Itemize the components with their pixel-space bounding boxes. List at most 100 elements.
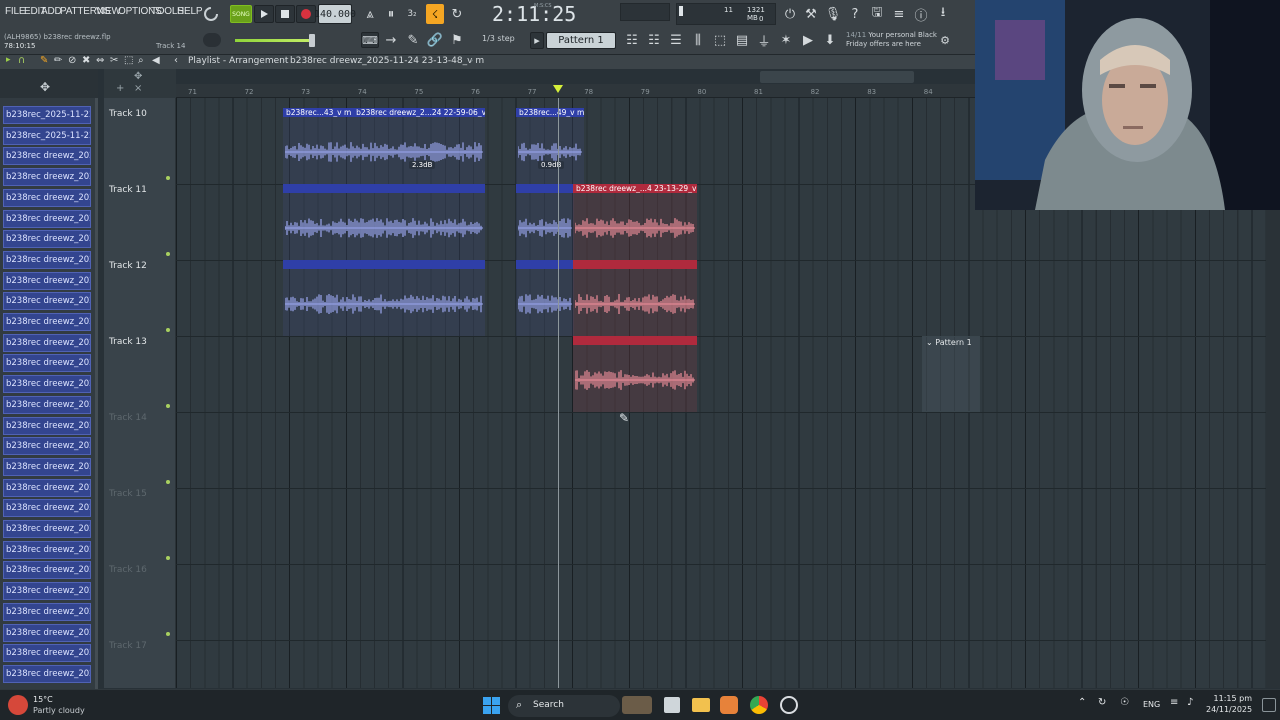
browser-file-item[interactable]: b238rec dreewz_2025-11... <box>3 520 91 538</box>
slice-tool-icon[interactable]: ✂ <box>110 55 118 66</box>
blend-notes-icon[interactable]: ☇ <box>426 4 444 24</box>
obs-icon[interactable] <box>780 696 798 714</box>
mic-tray-icon[interactable]: ☉ <box>1120 697 1129 708</box>
chrome-icon[interactable] <box>750 696 768 714</box>
browser-file-item[interactable]: b238rec dreewz_2025-11... <box>3 168 91 187</box>
clip-header[interactable] <box>516 260 574 269</box>
paint-tool-icon[interactable]: ✏ <box>54 55 62 66</box>
menu-file[interactable]: FILE <box>5 6 26 17</box>
tray-chevron-icon[interactable]: ⌃ <box>1078 697 1086 708</box>
plug-icon[interactable]: ⏚ <box>755 32 773 50</box>
browser-file-item[interactable]: b238rec dreewz_2025-11... <box>3 209 91 228</box>
clip-header[interactable] <box>573 336 697 345</box>
browser-file-item[interactable]: b238rec dreewz_2025-11... <box>3 333 91 352</box>
metronome-icon[interactable]: ⩓ <box>361 5 379 23</box>
microphone-icon[interactable]: 🎙 <box>824 5 842 23</box>
playback-tool-icon[interactable]: ◀ <box>152 55 160 66</box>
pencil-icon[interactable]: ✎ <box>404 32 422 48</box>
search-highlight-icon[interactable] <box>622 696 652 714</box>
track-status-led[interactable] <box>166 176 170 180</box>
audio-clip[interactable] <box>516 260 574 336</box>
mixer-view-icon[interactable]: ⫼ <box>689 32 707 48</box>
weather-text[interactable]: Partly cloudy <box>33 706 85 715</box>
menu-arrow-icon[interactable]: ▸ <box>6 55 11 65</box>
track-name[interactable]: Track 17 <box>109 641 147 651</box>
browser-file-item[interactable]: b238rec dreewz_2025-11... <box>3 313 91 331</box>
clip-header[interactable]: b238rec...49_v m <box>516 108 584 117</box>
playhead-marker[interactable] <box>553 85 563 93</box>
mixer-icon[interactable]: ≡ <box>890 5 908 23</box>
track-name[interactable]: Track 16 <box>109 565 147 575</box>
track-status-led[interactable] <box>166 480 170 484</box>
play-button[interactable] <box>254 5 274 23</box>
back-arrow-icon[interactable]: ‹ <box>174 55 178 66</box>
track-status-led[interactable] <box>166 404 170 408</box>
pattern-selector[interactable]: Pattern 1 <box>546 32 616 49</box>
typing-keyboard-icon[interactable]: ⌨ <box>361 32 379 48</box>
menu-add[interactable]: ADD <box>41 6 62 17</box>
weather-icon[interactable] <box>8 695 28 715</box>
volume-handle[interactable] <box>309 34 315 47</box>
power-icon[interactable]: ⏻ <box>781 5 799 23</box>
audio-clip[interactable] <box>573 336 697 412</box>
tools-icon[interactable]: ⚒ <box>802 5 820 23</box>
browser-file-item[interactable]: b238rec dreewz_2025-11... <box>3 416 91 435</box>
help-icon[interactable]: ? <box>846 5 864 23</box>
browser-file-item[interactable]: b238rec dreewz_2025-11... <box>3 602 91 621</box>
stamp-icon[interactable]: ⚑ <box>448 32 466 48</box>
draw-tool-icon[interactable]: ✎ <box>40 55 48 66</box>
track-status-led[interactable] <box>166 252 170 256</box>
windows-start-icon[interactable] <box>483 697 501 715</box>
search-box[interactable]: ⌕ Search <box>508 695 620 717</box>
browser-file-item[interactable]: b238rec_2025-11-22 06-... <box>3 126 91 145</box>
channel-rack-icon[interactable]: ☷ <box>645 32 663 48</box>
wait-input-icon[interactable]: ⏸ <box>382 5 400 23</box>
download-arrow-icon[interactable]: ⬇ <box>821 32 839 48</box>
browser-file-item[interactable]: b238rec dreewz_2025-11... <box>3 354 91 373</box>
file-explorer-icon[interactable] <box>692 698 710 712</box>
download-icon[interactable]: ⭳ <box>934 5 952 23</box>
browser-file-item[interactable]: b238rec dreewz_2025-11... <box>3 561 91 580</box>
track-name[interactable]: Track 10 <box>109 109 147 119</box>
browser-file-item[interactable]: b238rec dreewz_2025-11... <box>3 437 91 456</box>
audio-clip[interactable] <box>283 184 485 260</box>
audio-clip[interactable] <box>573 260 697 336</box>
link-icon[interactable]: 🔗 <box>426 32 444 48</box>
browser-icon[interactable]: ⬚ <box>711 32 729 48</box>
browser-file-item[interactable]: b238rec dreewz_2025-11... <box>3 230 91 249</box>
playlist-icon[interactable]: ☷ <box>623 32 641 48</box>
browser-file-item[interactable]: b238rec dreewz_2025-11... <box>3 540 91 559</box>
track-name[interactable]: Track 15 <box>109 489 147 499</box>
track-status-led[interactable] <box>166 632 170 636</box>
magnet-icon[interactable]: ∩ <box>18 55 25 66</box>
browser-file-item[interactable]: b238rec_2025-11-22 06-... <box>3 106 91 124</box>
globe-icon[interactable]: ⚙ <box>938 32 952 48</box>
browser-file-item[interactable]: b238rec dreewz_2025-11... <box>3 292 91 311</box>
news-panel[interactable]: 14/11 Your personal Black Friday offers … <box>846 31 938 49</box>
move-icon[interactable]: ✥ <box>40 80 50 94</box>
recording-spin-icon[interactable] <box>202 5 220 23</box>
network-icon[interactable]: ≡ <box>1170 697 1178 708</box>
browser-file-item[interactable]: b238rec dreewz_2025-11... <box>3 582 91 601</box>
track-status-led[interactable] <box>166 556 170 560</box>
track-name[interactable]: Track 14 <box>109 413 147 423</box>
arrow-right-icon[interactable]: → <box>382 32 400 48</box>
tempo-display[interactable]: 140.000 <box>314 4 356 24</box>
browser-file-item[interactable]: b238rec dreewz_2025-11... <box>3 375 91 394</box>
browser-file-item[interactable]: b238rec dreewz_2025-11... <box>3 188 91 207</box>
track-name[interactable]: Track 11 <box>109 185 147 195</box>
master-volume-slider[interactable] <box>235 34 315 47</box>
clip-header[interactable]: b238rec dreewz_...4 23-13-29_v m <box>573 184 697 193</box>
browser-file-item[interactable]: b238rec dreewz_2025-11... <box>3 250 91 269</box>
timeline-ruler[interactable]: 71 72 73 74 75 76 77 78 79 80 81 82 83 84 <box>176 84 975 98</box>
plugin-db-icon[interactable]: ▤ <box>733 32 751 48</box>
track-name[interactable]: Track 12 <box>109 261 147 271</box>
tempo-tap-icon[interactable]: ✶ <box>777 32 795 48</box>
pattern-prev-icon[interactable]: ▸ <box>530 32 544 49</box>
browser-scrollbar[interactable] <box>95 98 98 689</box>
clip-header[interactable] <box>283 260 485 269</box>
clip-header[interactable] <box>573 260 697 269</box>
mute-tool-icon[interactable]: ✖ <box>82 55 90 66</box>
clip-header[interactable] <box>283 184 485 193</box>
browser-file-item[interactable]: b238rec dreewz_2025-11... <box>3 395 91 414</box>
